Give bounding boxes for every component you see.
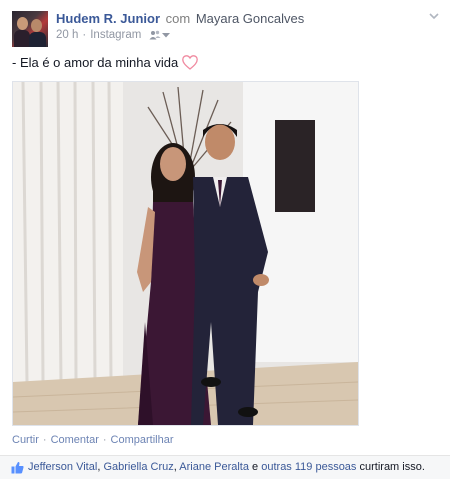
caret-down-icon [162, 33, 171, 38]
author-name-link[interactable]: Hudem R. Junior [56, 11, 160, 26]
post-message: - Ela é o amor da minha vida [12, 55, 199, 70]
liker-link[interactable]: Jefferson Vital [28, 461, 97, 473]
action-separator: · [102, 434, 107, 446]
feed-post: Hudem R. Junior com Mayara Goncalves 20 … [0, 0, 450, 479]
post-actions: Curtir · Comentar · Compartilhar [12, 434, 174, 446]
meta-separator: · [82, 29, 87, 41]
likes-and-label: e [252, 461, 259, 473]
chevron-down-icon[interactable] [428, 10, 440, 22]
liker-link[interactable]: Gabriella Cruz [103, 461, 173, 473]
author-avatar[interactable] [12, 11, 48, 47]
liker-link[interactable]: Ariane Peralta [179, 461, 249, 473]
post-timestamp[interactable]: 20 h [56, 29, 78, 41]
with-label: com [165, 11, 191, 26]
share-link[interactable]: Compartilhar [111, 434, 174, 446]
post-header: Hudem R. Junior com Mayara Goncalves [56, 11, 304, 26]
thumbs-up-icon [11, 461, 24, 474]
action-separator: · [42, 434, 47, 446]
photo-image [13, 82, 358, 425]
likes-comma: , [97, 461, 101, 473]
others-link[interactable]: outras 119 pessoas [261, 461, 356, 473]
friends-icon [149, 30, 161, 40]
like-link[interactable]: Curtir [12, 434, 39, 446]
likes-suffix: curtiram isso. [359, 461, 425, 473]
tagged-user-link[interactable]: Mayara Goncalves [196, 11, 304, 26]
post-meta: 20 h · Instagram [56, 29, 171, 41]
comment-link[interactable]: Comentar [51, 434, 99, 446]
privacy-selector[interactable] [149, 30, 171, 40]
heart-icon [182, 55, 199, 70]
post-text: - Ela é o amor da minha vida [12, 55, 179, 70]
likes-bar: Jefferson Vital, Gabriella Cruz, Ariane … [0, 455, 450, 479]
likes-comma: , [173, 461, 177, 473]
post-photo[interactable] [12, 81, 359, 426]
likes-summary: Jefferson Vital, Gabriella Cruz, Ariane … [28, 461, 425, 473]
post-source[interactable]: Instagram [90, 29, 141, 41]
